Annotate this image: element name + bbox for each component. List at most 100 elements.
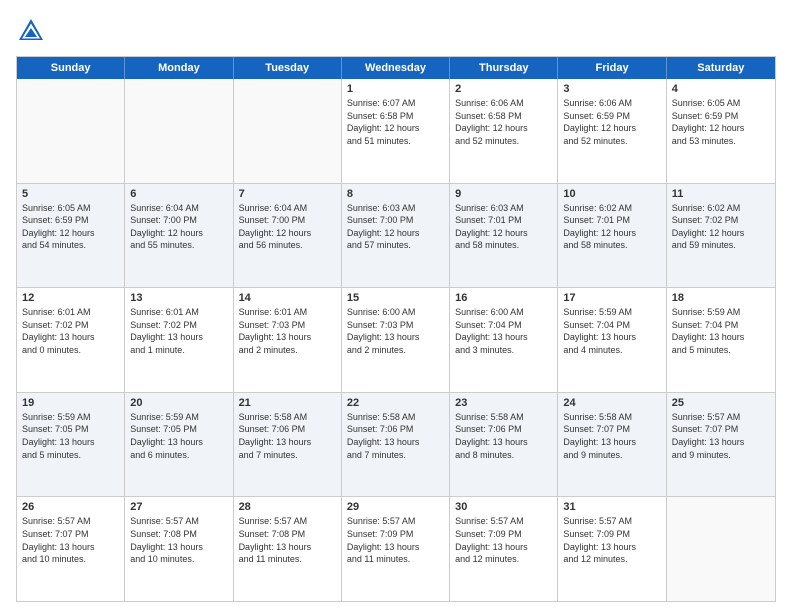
calendar-cell-5-6: 31 Sunrise: 5:57 AM Sunset: 7:09 PM Dayli… bbox=[558, 497, 666, 601]
day-header-saturday: Saturday bbox=[667, 57, 775, 79]
day-number: 17 bbox=[563, 292, 660, 304]
calendar-cell-3-2: 13 Sunrise: 6:01 AM Sunset: 7:02 PM Dayli… bbox=[125, 288, 233, 392]
calendar-row-1: 1 Sunrise: 6:07 AM Sunset: 6:58 PM Daylig… bbox=[17, 79, 775, 183]
day-number: 11 bbox=[672, 188, 770, 200]
cell-info-text: Sunrise: 6:02 AM Sunset: 7:01 PM Dayligh… bbox=[563, 202, 660, 252]
day-number: 23 bbox=[455, 397, 552, 409]
cell-info-text: Sunrise: 5:58 AM Sunset: 7:06 PM Dayligh… bbox=[347, 411, 444, 461]
day-number: 19 bbox=[22, 397, 119, 409]
day-number: 5 bbox=[22, 188, 119, 200]
calendar-cell-5-5: 30 Sunrise: 5:57 AM Sunset: 7:09 PM Dayli… bbox=[450, 497, 558, 601]
cell-info-text: Sunrise: 6:03 AM Sunset: 7:00 PM Dayligh… bbox=[347, 202, 444, 252]
calendar-cell-1-1 bbox=[17, 79, 125, 183]
cell-info-text: Sunrise: 6:00 AM Sunset: 7:04 PM Dayligh… bbox=[455, 306, 552, 356]
calendar-cell-4-3: 21Sunrise: 5:58 AM Sunset: 7:06 PM Dayli… bbox=[234, 393, 342, 497]
day-number: 22 bbox=[347, 397, 444, 409]
cell-info-text: Sunrise: 5:59 AM Sunset: 7:04 PM Dayligh… bbox=[563, 306, 660, 356]
day-number: 27 bbox=[130, 501, 227, 513]
calendar-cell-1-3 bbox=[234, 79, 342, 183]
cell-info-text: Sunrise: 6:06 AM Sunset: 6:59 PM Dayligh… bbox=[563, 97, 660, 147]
day-number: 8 bbox=[347, 188, 444, 200]
day-number: 2 bbox=[455, 83, 552, 95]
day-number: 12 bbox=[22, 292, 119, 304]
logo bbox=[16, 16, 52, 46]
calendar-cell-5-2: 27 Sunrise: 5:57 AM Sunset: 7:08 PM Dayli… bbox=[125, 497, 233, 601]
calendar-cell-5-1: 26Sunrise: 5:57 AM Sunset: 7:07 PM Dayli… bbox=[17, 497, 125, 601]
day-number: 4 bbox=[672, 83, 770, 95]
day-header-sunday: Sunday bbox=[17, 57, 125, 79]
day-number: 25 bbox=[672, 397, 770, 409]
day-number: 6 bbox=[130, 188, 227, 200]
day-header-thursday: Thursday bbox=[450, 57, 558, 79]
cell-info-text: Sunrise: 5:58 AM Sunset: 7:07 PM Dayligh… bbox=[563, 411, 660, 461]
cell-info-text: Sunrise: 5:57 AM Sunset: 7:08 PM Dayligh… bbox=[130, 515, 227, 565]
calendar-cell-2-6: 10 Sunrise: 6:02 AM Sunset: 7:01 PM Dayli… bbox=[558, 184, 666, 288]
calendar-cell-4-1: 19 Sunrise: 5:59 AM Sunset: 7:05 PM Dayli… bbox=[17, 393, 125, 497]
day-number: 1 bbox=[347, 83, 444, 95]
cell-info-text: Sunrise: 5:59 AM Sunset: 7:05 PM Dayligh… bbox=[22, 411, 119, 461]
calendar-header: SundayMondayTuesdayWednesdayThursdayFrid… bbox=[17, 57, 775, 79]
calendar-cell-3-4: 15 Sunrise: 6:00 AM Sunset: 7:03 PM Dayli… bbox=[342, 288, 450, 392]
calendar-cell-5-3: 28 Sunrise: 5:57 AM Sunset: 7:08 PM Dayli… bbox=[234, 497, 342, 601]
calendar-cell-1-4: 1 Sunrise: 6:07 AM Sunset: 6:58 PM Daylig… bbox=[342, 79, 450, 183]
cell-info-text: Sunrise: 6:06 AM Sunset: 6:58 PM Dayligh… bbox=[455, 97, 552, 147]
calendar-cell-2-2: 6 Sunrise: 6:04 AM Sunset: 7:00 PM Daylig… bbox=[125, 184, 233, 288]
cell-info-text: Sunrise: 6:05 AM Sunset: 6:59 PM Dayligh… bbox=[672, 97, 770, 147]
day-number: 16 bbox=[455, 292, 552, 304]
cell-info-text: Sunrise: 6:05 AM Sunset: 6:59 PM Dayligh… bbox=[22, 202, 119, 252]
day-number: 15 bbox=[347, 292, 444, 304]
day-number: 7 bbox=[239, 188, 336, 200]
logo-icon bbox=[16, 16, 46, 46]
calendar-cell-5-7 bbox=[667, 497, 775, 601]
calendar-row-4: 19 Sunrise: 5:59 AM Sunset: 7:05 PM Dayli… bbox=[17, 392, 775, 497]
calendar-cell-1-5: 2 Sunrise: 6:06 AM Sunset: 6:58 PM Daylig… bbox=[450, 79, 558, 183]
calendar-cell-2-4: 8 Sunrise: 6:03 AM Sunset: 7:00 PM Daylig… bbox=[342, 184, 450, 288]
day-number: 10 bbox=[563, 188, 660, 200]
calendar-cell-3-7: 18 Sunrise: 5:59 AM Sunset: 7:04 PM Dayli… bbox=[667, 288, 775, 392]
calendar-cell-3-5: 16 Sunrise: 6:00 AM Sunset: 7:04 PM Dayli… bbox=[450, 288, 558, 392]
cell-info-text: Sunrise: 5:57 AM Sunset: 7:09 PM Dayligh… bbox=[347, 515, 444, 565]
calendar: SundayMondayTuesdayWednesdayThursdayFrid… bbox=[16, 56, 776, 602]
cell-info-text: Sunrise: 6:07 AM Sunset: 6:58 PM Dayligh… bbox=[347, 97, 444, 147]
calendar-cell-4-2: 20Sunrise: 5:59 AM Sunset: 7:05 PM Dayli… bbox=[125, 393, 233, 497]
cell-info-text: Sunrise: 6:01 AM Sunset: 7:02 PM Dayligh… bbox=[130, 306, 227, 356]
cell-info-text: Sunrise: 5:59 AM Sunset: 7:04 PM Dayligh… bbox=[672, 306, 770, 356]
day-number: 9 bbox=[455, 188, 552, 200]
calendar-cell-1-6: 3Sunrise: 6:06 AM Sunset: 6:59 PM Daylig… bbox=[558, 79, 666, 183]
calendar-cell-5-4: 29 Sunrise: 5:57 AM Sunset: 7:09 PM Dayli… bbox=[342, 497, 450, 601]
cell-info-text: Sunrise: 5:58 AM Sunset: 7:06 PM Dayligh… bbox=[455, 411, 552, 461]
calendar-row-3: 12 Sunrise: 6:01 AM Sunset: 7:02 PM Dayli… bbox=[17, 287, 775, 392]
calendar-cell-4-6: 24Sunrise: 5:58 AM Sunset: 7:07 PM Dayli… bbox=[558, 393, 666, 497]
cell-info-text: Sunrise: 5:59 AM Sunset: 7:05 PM Dayligh… bbox=[130, 411, 227, 461]
cell-info-text: Sunrise: 5:57 AM Sunset: 7:08 PM Dayligh… bbox=[239, 515, 336, 565]
cell-info-text: Sunrise: 5:57 AM Sunset: 7:07 PM Dayligh… bbox=[672, 411, 770, 461]
day-number: 13 bbox=[130, 292, 227, 304]
cell-info-text: Sunrise: 6:03 AM Sunset: 7:01 PM Dayligh… bbox=[455, 202, 552, 252]
calendar-cell-2-7: 11Sunrise: 6:02 AM Sunset: 7:02 PM Dayli… bbox=[667, 184, 775, 288]
calendar-cell-3-3: 14 Sunrise: 6:01 AM Sunset: 7:03 PM Dayli… bbox=[234, 288, 342, 392]
day-number: 31 bbox=[563, 501, 660, 513]
day-number: 21 bbox=[239, 397, 336, 409]
cell-info-text: Sunrise: 6:00 AM Sunset: 7:03 PM Dayligh… bbox=[347, 306, 444, 356]
day-header-wednesday: Wednesday bbox=[342, 57, 450, 79]
calendar-cell-2-3: 7Sunrise: 6:04 AM Sunset: 7:00 PM Daylig… bbox=[234, 184, 342, 288]
day-number: 26 bbox=[22, 501, 119, 513]
calendar-cell-1-7: 4 Sunrise: 6:05 AM Sunset: 6:59 PM Daylig… bbox=[667, 79, 775, 183]
cell-info-text: Sunrise: 6:04 AM Sunset: 7:00 PM Dayligh… bbox=[130, 202, 227, 252]
day-header-monday: Monday bbox=[125, 57, 233, 79]
calendar-cell-4-5: 23 Sunrise: 5:58 AM Sunset: 7:06 PM Dayli… bbox=[450, 393, 558, 497]
day-number: 28 bbox=[239, 501, 336, 513]
calendar-row-2: 5 Sunrise: 6:05 AM Sunset: 6:59 PM Daylig… bbox=[17, 183, 775, 288]
cell-info-text: Sunrise: 5:57 AM Sunset: 7:09 PM Dayligh… bbox=[563, 515, 660, 565]
day-number: 30 bbox=[455, 501, 552, 513]
day-number: 14 bbox=[239, 292, 336, 304]
calendar-row-5: 26Sunrise: 5:57 AM Sunset: 7:07 PM Dayli… bbox=[17, 496, 775, 601]
day-number: 18 bbox=[672, 292, 770, 304]
cell-info-text: Sunrise: 5:57 AM Sunset: 7:09 PM Dayligh… bbox=[455, 515, 552, 565]
cell-info-text: Sunrise: 6:01 AM Sunset: 7:03 PM Dayligh… bbox=[239, 306, 336, 356]
calendar-body: 1 Sunrise: 6:07 AM Sunset: 6:58 PM Daylig… bbox=[17, 79, 775, 601]
header bbox=[16, 16, 776, 46]
calendar-cell-4-7: 25 Sunrise: 5:57 AM Sunset: 7:07 PM Dayli… bbox=[667, 393, 775, 497]
page: SundayMondayTuesdayWednesdayThursdayFrid… bbox=[0, 0, 792, 612]
day-number: 29 bbox=[347, 501, 444, 513]
